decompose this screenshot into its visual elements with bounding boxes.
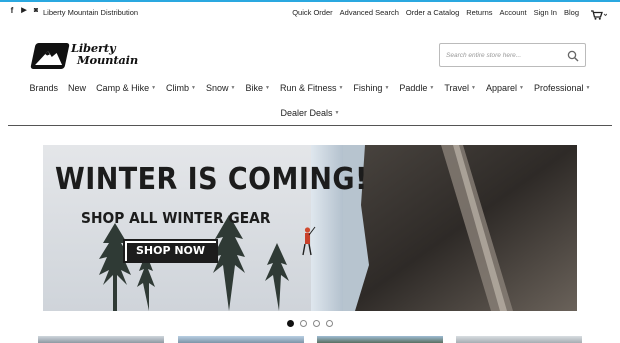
chevron-down-icon: ▼: [264, 85, 270, 91]
search-icon[interactable]: [567, 49, 579, 62]
carousel-dot[interactable]: [300, 320, 307, 327]
account-link[interactable]: Account: [500, 8, 527, 17]
nav-item-label: Paddle: [399, 83, 428, 93]
nav-item-label: Bike: [245, 83, 263, 93]
social-links: f ▶ ◙: [8, 7, 40, 15]
instagram-icon[interactable]: ◙: [32, 7, 40, 15]
category-thumbnails: [0, 336, 620, 343]
nav-item-run-fitness[interactable]: Run & Fitness ▼: [280, 81, 343, 95]
nav-item-paddle[interactable]: Paddle ▼: [399, 81, 434, 95]
nav-item-brands[interactable]: Brands: [30, 81, 59, 95]
category-thumbnail[interactable]: [317, 336, 443, 343]
chevron-down-icon: ▼: [384, 85, 390, 91]
nav-item-professional[interactable]: Professional ▼: [534, 81, 590, 95]
chevron-down-icon: ▼: [191, 85, 196, 91]
hero-headline: WINTER IS COMING!: [55, 162, 368, 197]
nav-item-label: Run & Fitness: [279, 83, 337, 93]
nav-item-new[interactable]: New: [68, 81, 86, 95]
top-utility-bar: f ▶ ◙ Liberty Mountain Distribution Quic…: [0, 2, 620, 22]
nav-item-label: Travel: [444, 83, 470, 93]
chevron-down-icon: ▼: [334, 110, 340, 116]
chevron-down-icon: ▼: [519, 85, 524, 91]
nav-item-label: Apparel: [486, 83, 518, 93]
nav-item-label: Professional: [533, 83, 584, 93]
order-catalog-link[interactable]: Order a Catalog: [406, 8, 459, 17]
category-thumbnail[interactable]: [38, 336, 164, 343]
mountain-logo-icon: [30, 43, 70, 69]
carousel-indicators: [287, 320, 333, 327]
nav-item-climb[interactable]: Climb ▼: [166, 81, 196, 95]
nav-item-fishing[interactable]: Fishing ▼: [353, 81, 389, 95]
nav-item-label: Snow: [206, 83, 229, 93]
nav-item-label: Camp & Hike: [96, 83, 150, 93]
chevron-down-icon: ▼: [429, 85, 435, 91]
quick-order-link[interactable]: Quick Order: [292, 8, 332, 17]
nav-item-dealer-deals[interactable]: Dealer Deals ▼: [281, 107, 340, 119]
chevron-down-icon: ▼: [471, 85, 476, 91]
logo-line-2: Mountain: [77, 53, 139, 67]
sign-in-link[interactable]: Sign In: [534, 8, 557, 17]
search-box: [439, 43, 586, 67]
youtube-icon[interactable]: ▶: [20, 7, 28, 15]
shop-now-button[interactable]: SHOP NOW: [123, 239, 218, 263]
hero-subheadline: SHOP ALL WINTER GEAR: [81, 209, 271, 227]
nav-item-travel[interactable]: Travel ▼: [444, 81, 476, 95]
site-brand-name: Liberty Mountain Distribution: [43, 8, 139, 17]
carousel-dot[interactable]: [313, 320, 320, 327]
facebook-icon[interactable]: f: [8, 7, 16, 15]
category-thumbnail[interactable]: [178, 336, 304, 343]
logo-wordmark: Liberty Mountain: [71, 42, 138, 66]
chevron-down-icon: ▼: [585, 85, 591, 91]
nav-item-bike[interactable]: Bike ▼: [245, 81, 269, 95]
main-navigation-row-2: Dealer Deals ▼: [0, 107, 620, 119]
category-thumbnail[interactable]: [456, 336, 582, 343]
nav-divider: [8, 125, 612, 126]
returns-link[interactable]: Returns: [466, 8, 492, 17]
chevron-down-icon: ▼: [151, 85, 157, 91]
site-logo[interactable]: Liberty Mountain: [30, 42, 159, 70]
hero-banner[interactable]: WINTER IS COMING! SHOP ALL WINTER GEAR S…: [43, 145, 577, 311]
nav-item-label: Brands: [29, 83, 59, 93]
nav-item-apparel[interactable]: Apparel ▼: [486, 81, 524, 95]
chevron-down-icon: ▼: [338, 85, 344, 91]
nav-item-label: Fishing: [353, 83, 383, 93]
chevron-down-icon: ▼: [230, 85, 236, 91]
search-input[interactable]: [446, 49, 558, 61]
blog-link[interactable]: Blog: [564, 8, 579, 17]
nav-item-label: Dealer Deals: [280, 108, 333, 118]
main-navigation: Brands New Camp & Hike ▼ Climb ▼ Snow ▼ Bike ▼ Run…: [0, 81, 620, 95]
nav-item-snow[interactable]: Snow ▼: [206, 81, 235, 95]
nav-item-label: New: [68, 83, 87, 93]
carousel-dot[interactable]: [287, 320, 294, 327]
nav-item-label: Climb: [166, 83, 190, 93]
carousel-dot[interactable]: [326, 320, 333, 327]
cart-icon[interactable]: [591, 7, 608, 20]
advanced-search-link[interactable]: Advanced Search: [340, 8, 399, 17]
nav-item-camp-hike[interactable]: Camp & Hike ▼: [96, 81, 156, 95]
utility-links: Quick Order Advanced Search Order a Cata…: [292, 8, 579, 17]
